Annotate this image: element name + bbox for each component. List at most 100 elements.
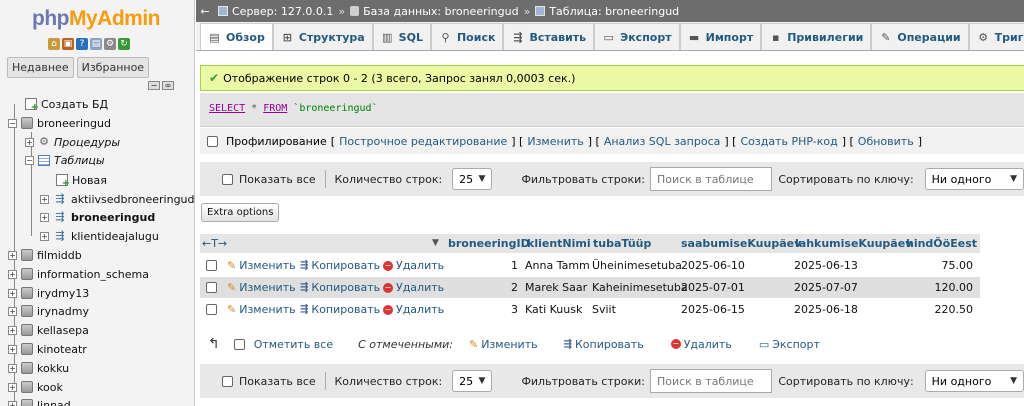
refresh-link[interactable]: Обновить (858, 135, 914, 148)
row-checkbox[interactable] (206, 282, 217, 293)
row-delete-link[interactable]: − Удалить (383, 255, 444, 276)
db-item-information-schema[interactable]: + information_schema (8, 265, 149, 283)
breadcrumb-server[interactable]: Сервер: 127.0.0.1 (218, 5, 333, 18)
expand-icon[interactable]: + (8, 344, 17, 354)
bulk-delete-button[interactable]: − Удалить (670, 334, 732, 355)
row-checkbox[interactable] (206, 260, 217, 271)
cell-lahkumisekuupaev[interactable]: 2025-06-18 (794, 299, 858, 320)
breadcrumb-database[interactable]: База данных: broneeringud (350, 5, 519, 18)
cell-hindooeest[interactable]: 220.50 (906, 299, 974, 320)
db-item-filmiddb[interactable]: + filmiddb (8, 246, 82, 264)
tab-operations[interactable]: ✎ Операции (871, 23, 969, 50)
sql-query-box[interactable]: SELECT * FROM `broneeringud` (200, 93, 1024, 127)
expand-icon[interactable]: + (8, 363, 17, 373)
row-copy-link[interactable]: ⇶ Копировать (300, 277, 380, 298)
filter-rows-input[interactable]: Поиск в таблице (649, 167, 773, 191)
rows-count-select[interactable]: 25 ▼ (452, 168, 493, 190)
tab-favorites[interactable]: Избранное (76, 57, 150, 78)
db-item-current[interactable]: − broneeringud (8, 114, 111, 132)
column-arrows-icon[interactable]: ←T→ (202, 234, 227, 253)
cell-saabumisekuupaev[interactable]: 2025-07-01 (681, 277, 745, 298)
table-item-klientideajalugu[interactable]: + ⇶ klientideajalugu (40, 227, 159, 245)
tab-insert[interactable]: ⇶ Вставить (503, 23, 595, 50)
cell-tubatyyp[interactable]: Sviit (592, 299, 616, 320)
tab-privileges[interactable]: ▪ Привилегии (761, 23, 872, 50)
cell-hindooeest[interactable]: 75.00 (906, 255, 974, 276)
profiling-checkbox[interactable] (207, 135, 218, 147)
column-header[interactable]: tubaTüüp (593, 234, 651, 253)
row-checkbox[interactable] (206, 304, 217, 315)
tab-browse[interactable]: ▤ Обзор (200, 23, 273, 50)
column-header[interactable]: broneeringID (448, 234, 530, 253)
expand-icon[interactable]: + (8, 250, 17, 260)
expand-icon[interactable]: + (8, 288, 17, 298)
table-item-aktiivsedbroneeringud[interactable]: + ⇶ aktiivsedbroneeringud (40, 190, 194, 208)
new-table-item[interactable]: Новая (56, 171, 107, 189)
row-copy-link[interactable]: ⇶ Копировать (300, 255, 380, 276)
docs-icon[interactable]: ▤ (90, 38, 102, 50)
row-delete-link[interactable]: − Удалить (383, 277, 444, 298)
expand-icon[interactable]: + (8, 306, 17, 316)
filter-rows-input[interactable]: Поиск в таблице (649, 369, 773, 393)
column-header[interactable]: klientNimi (527, 234, 591, 253)
collapse-all-icon[interactable]: − (148, 81, 160, 90)
link-icon[interactable]: ∞ (162, 81, 174, 90)
column-header[interactable]: lahkumiseKuupäev (795, 234, 912, 253)
bulk-edit-button[interactable]: ✎ Изменить (469, 334, 538, 355)
check-all-label[interactable]: Отметить все (254, 338, 333, 351)
extra-options-button[interactable]: Extra options (201, 203, 280, 222)
show-all-checkbox[interactable] (222, 375, 233, 387)
cell-klientnimi[interactable]: Kati Kuusk (525, 299, 582, 320)
db-item-kellasepa[interactable]: + kellasepa (8, 321, 89, 339)
db-item-irydmy13[interactable]: + irydmy13 (8, 284, 89, 302)
analyze-sql-link[interactable]: Анализ SQL запроса (604, 135, 721, 148)
create-php-link[interactable]: Создать PHP-код (740, 135, 837, 148)
cell-tubatyyp[interactable]: Üheinimesetuba (592, 255, 682, 276)
cell-saabumisekuupaev[interactable]: 2025-06-15 (681, 299, 745, 320)
expand-icon[interactable]: + (8, 382, 17, 392)
settings-icon[interactable]: ⚙ (104, 38, 116, 50)
cell-lahkumisekuupaev[interactable]: 2025-07-07 (794, 277, 858, 298)
db-item-linnad[interactable]: + linnad (8, 396, 71, 406)
expand-icon[interactable]: + (8, 400, 17, 406)
edit-query-link[interactable]: Изменить (527, 135, 583, 148)
db-item-irynadmy[interactable]: + irynadmy (8, 302, 89, 320)
cell-klientnimi[interactable]: Marek Saar (525, 277, 587, 298)
cell-broneeringid[interactable]: 1 (494, 255, 518, 276)
row-edit-link[interactable]: ✎ Изменить (227, 299, 296, 320)
home-icon[interactable]: ⌂ (48, 38, 60, 50)
inline-edit-link[interactable]: Построчное редактирование (339, 135, 507, 148)
column-header[interactable]: saabumiseKuupäev (681, 234, 801, 253)
sort-by-key-select[interactable]: Ни одного ▼ (924, 370, 1024, 392)
expand-icon[interactable]: + (40, 212, 49, 222)
reload-icon[interactable]: ↻ (118, 38, 130, 50)
tab-sql[interactable]: ▥ SQL (372, 23, 431, 50)
cell-broneeringid[interactable]: 2 (494, 277, 518, 298)
sort-options-icon[interactable]: ▼ (432, 234, 439, 253)
cell-hindooeest[interactable]: 120.00 (906, 277, 974, 298)
show-all-checkbox[interactable] (222, 173, 233, 185)
collapse-icon[interactable]: − (25, 155, 34, 165)
sort-by-key-select[interactable]: Ни одного ▼ (924, 168, 1024, 190)
cell-lahkumisekuupaev[interactable]: 2025-06-13 (794, 255, 858, 276)
bulk-export-button[interactable]: ▭ Экспорт (759, 334, 820, 355)
sql-keyword-from[interactable]: FROM (263, 103, 287, 114)
column-header[interactable]: hindÖöEest (906, 234, 977, 253)
create-db-item[interactable]: Создать БД (25, 95, 108, 113)
expand-icon[interactable]: + (25, 137, 34, 147)
row-edit-link[interactable]: ✎ Изменить (227, 277, 296, 298)
tables-group[interactable]: − Таблицы (25, 151, 105, 169)
expand-icon[interactable]: + (40, 231, 49, 241)
rows-count-select[interactable]: 25 ▼ (452, 370, 493, 392)
phpmyadmin-logo[interactable]: phpMyAdmin (32, 7, 160, 31)
tab-search[interactable]: ⚲ Поиск (430, 23, 504, 50)
logout-icon[interactable]: ▣ (62, 38, 74, 50)
cell-broneeringid[interactable]: 3 (494, 299, 518, 320)
tab-structure[interactable]: ⊞ Структура (272, 23, 373, 50)
db-item-kook[interactable]: + kook (8, 378, 63, 396)
collapse-icon[interactable]: − (8, 118, 17, 128)
row-copy-link[interactable]: ⇶ Копировать (300, 299, 380, 320)
breadcrumb-table[interactable]: Таблица: broneeringud (535, 5, 679, 18)
cell-klientnimi[interactable]: Anna Tamm (525, 255, 590, 276)
tab-import[interactable]: ▬ Импорт (679, 23, 762, 50)
